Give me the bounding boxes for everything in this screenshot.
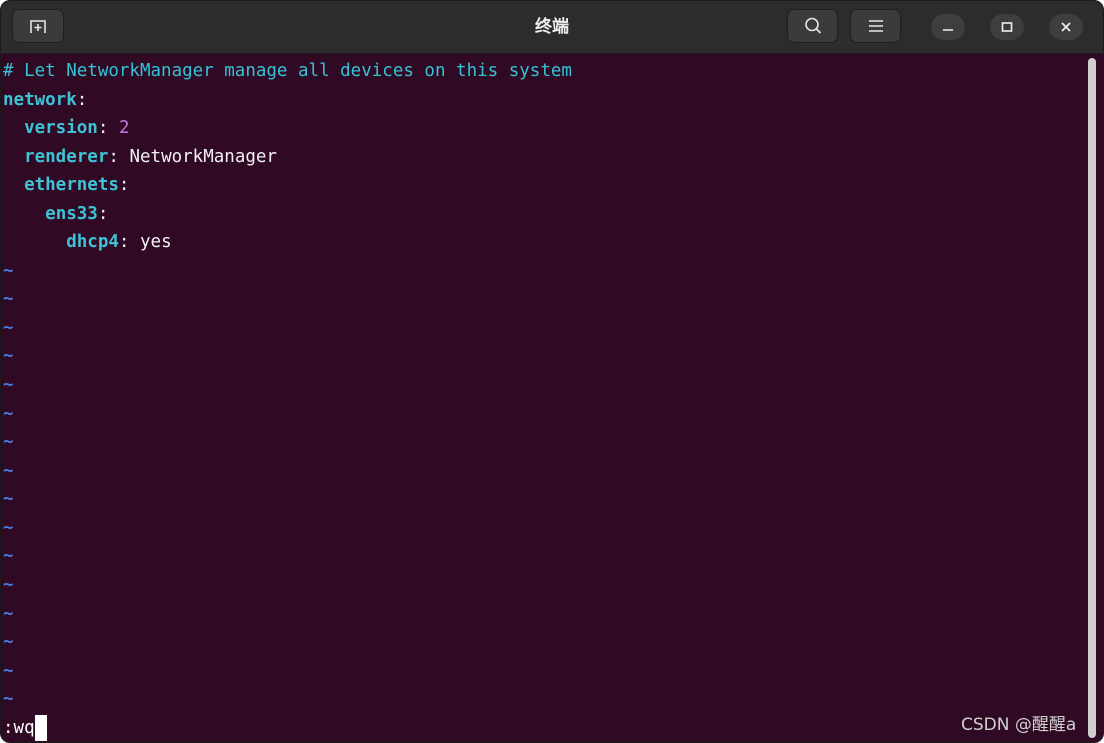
colon: : — [97, 204, 109, 224]
text-cursor — [34, 715, 47, 741]
empty-line-marker: ~ — [3, 375, 14, 395]
menu-button[interactable] — [850, 9, 901, 43]
new-tab-icon — [30, 20, 46, 33]
comment-line: # Let NetworkManager manage all devices … — [3, 61, 572, 81]
colon: : — [108, 147, 119, 167]
vim-command-line[interactable]: :wq — [3, 714, 47, 742]
colon: : — [118, 232, 130, 252]
empty-line-marker: ~ — [3, 518, 14, 538]
empty-line-marker: ~ — [3, 661, 14, 681]
terminal-window: 终端 # Let NetworkManager manage all devic… — [0, 0, 1104, 743]
yaml-line-ethernets: ethernets: — [3, 171, 129, 199]
empty-line-marker: ~ — [3, 575, 14, 595]
yaml-line-network: network: — [3, 86, 87, 114]
yaml-key-network: network — [3, 90, 77, 110]
empty-line-marker: ~ — [3, 632, 14, 652]
yaml-value-version: 2 — [118, 118, 130, 138]
yaml-line-renderer: renderer: NetworkManager — [3, 143, 277, 171]
empty-line-marker: ~ — [3, 404, 14, 424]
empty-line-marker: ~ — [3, 489, 14, 509]
empty-line-marker: ~ — [3, 461, 14, 481]
yaml-key-dhcp4: dhcp4 — [66, 232, 119, 252]
empty-line-marker: ~ — [3, 346, 14, 366]
yaml-value-dhcp4: yes — [140, 232, 172, 252]
watermark: CSDN @醒醒a — [961, 715, 1077, 735]
yaml-key-version: version — [24, 118, 98, 138]
maximize-button[interactable] — [990, 14, 1024, 40]
vim-command: :wq — [3, 718, 35, 738]
empty-line-marker: ~ — [3, 261, 14, 281]
colon: : — [76, 90, 88, 110]
empty-line-marker: ~ — [3, 604, 14, 624]
yaml-line-ens33: ens33: — [3, 200, 108, 228]
close-button[interactable] — [1049, 14, 1083, 40]
close-icon — [1061, 22, 1071, 32]
yaml-line-version: version: 2 — [3, 114, 129, 142]
search-icon — [804, 17, 821, 34]
minimize-icon — [943, 29, 953, 31]
terminal-area[interactable]: # Let NetworkManager manage all devices … — [1, 54, 1103, 742]
title-bar: 终端 — [1, 1, 1103, 54]
empty-line-marker: ~ — [3, 432, 14, 452]
empty-line-marker: ~ — [3, 289, 14, 309]
new-tab-button[interactable] — [12, 9, 64, 43]
maximize-icon — [1001, 22, 1013, 32]
yaml-key-ens33: ens33 — [45, 204, 98, 224]
scrollbar[interactable] — [1088, 58, 1096, 738]
minimize-button[interactable] — [931, 14, 965, 40]
colon: : — [97, 118, 109, 138]
yaml-key-ethernets: ethernets — [24, 175, 119, 195]
empty-line-marker: ~ — [3, 546, 14, 566]
colon: : — [118, 175, 130, 195]
yaml-line-dhcp4: dhcp4: yes — [3, 228, 172, 256]
empty-line-marker: ~ — [3, 689, 14, 709]
hamburger-menu-icon — [868, 20, 883, 32]
empty-line-marker: ~ — [3, 318, 14, 338]
search-button[interactable] — [787, 9, 838, 43]
yaml-value-renderer: NetworkManager — [129, 147, 277, 167]
yaml-key-renderer: renderer — [24, 147, 109, 167]
